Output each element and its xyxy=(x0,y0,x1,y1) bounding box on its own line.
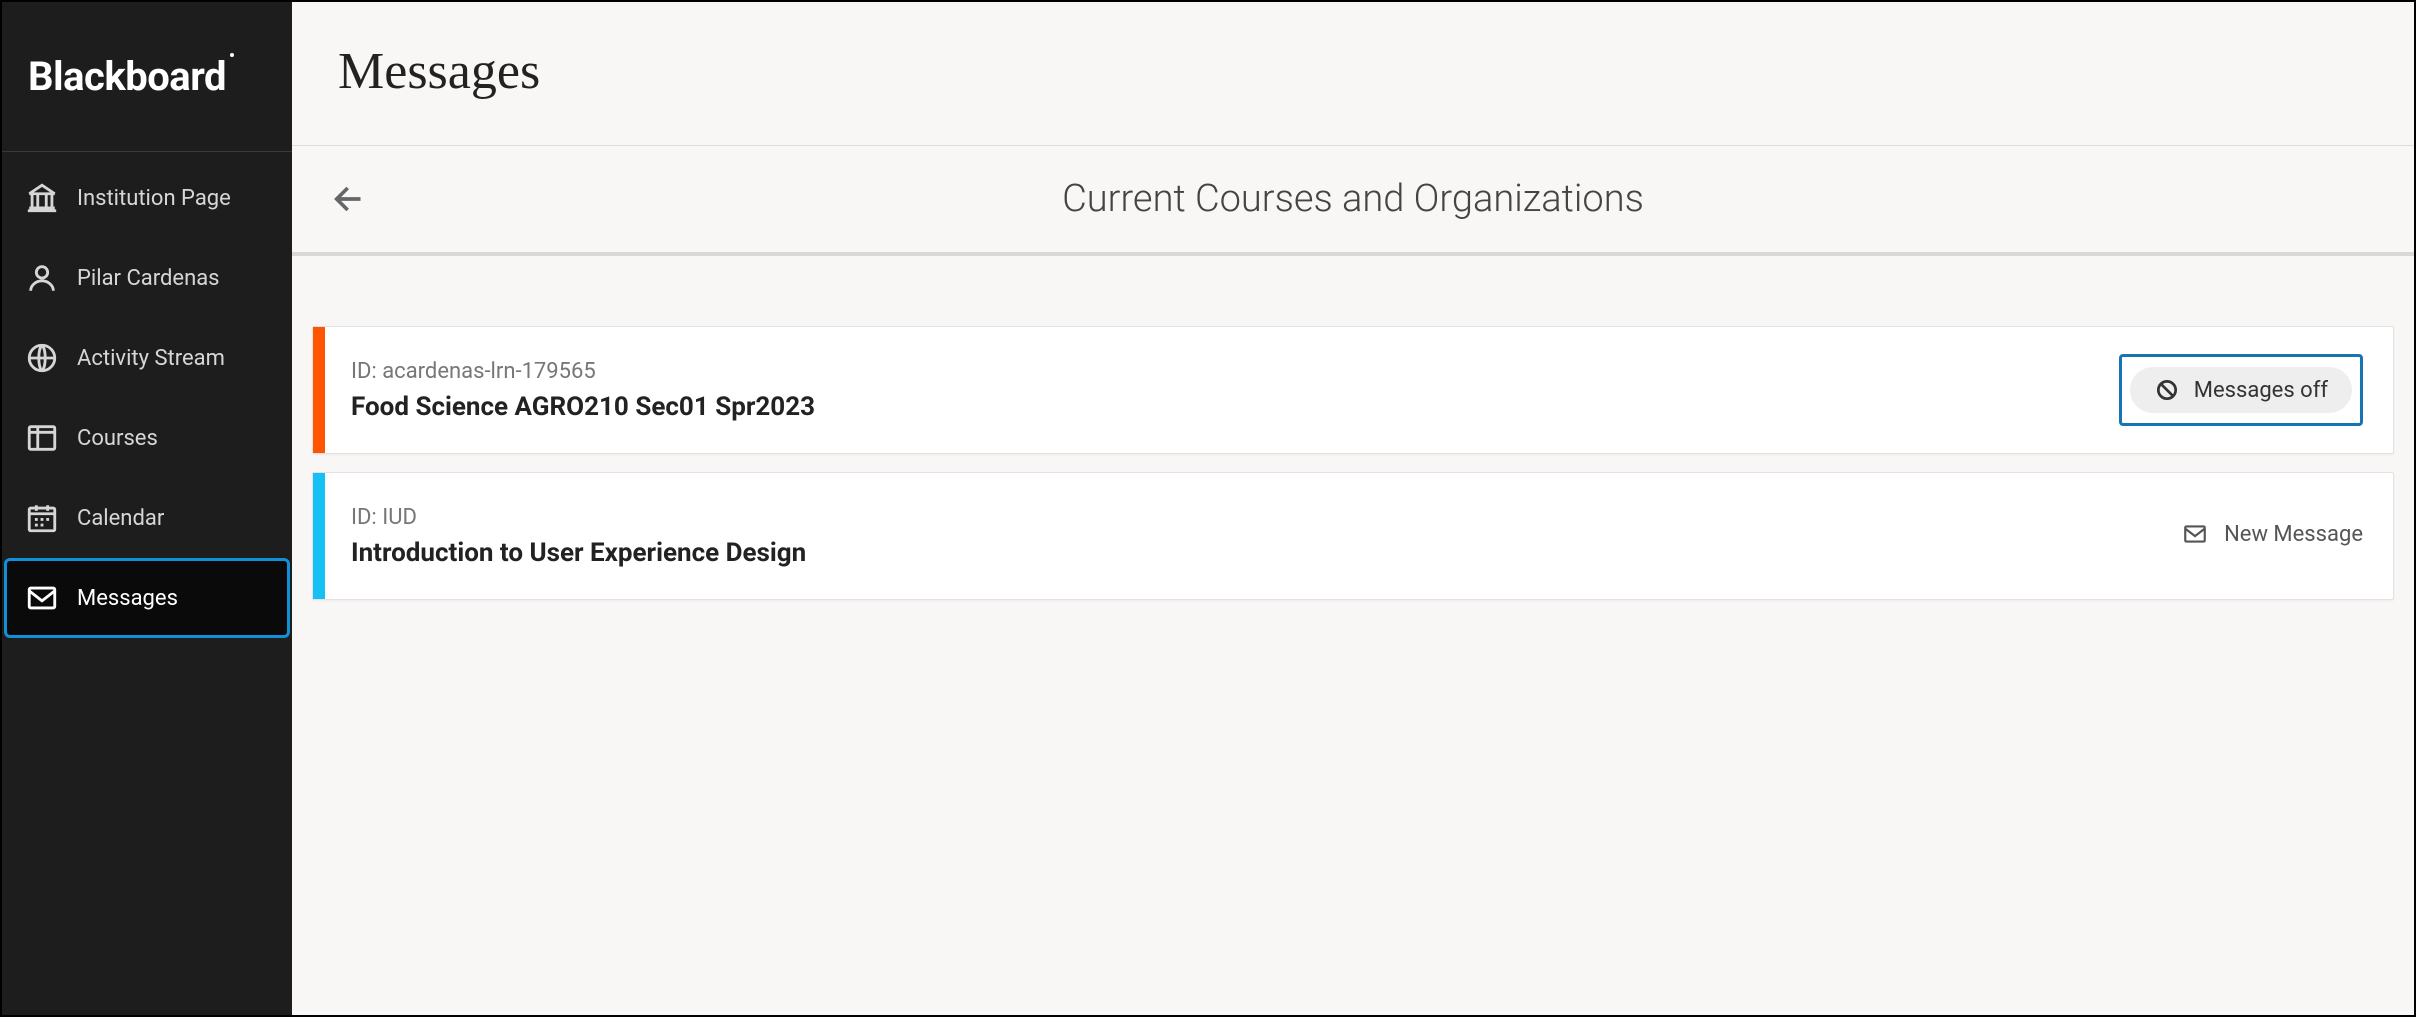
course-id: ID: acardenas-lrn-179565 xyxy=(351,359,815,384)
card-body: ID: IUD Introduction to User Experience … xyxy=(325,473,2393,599)
sidebar-item-messages[interactable]: Messages xyxy=(4,558,290,638)
brand: Blackboard xyxy=(2,2,292,152)
course-list: ID: acardenas-lrn-179565 Food Science AG… xyxy=(292,256,2414,1015)
new-message-button[interactable]: New Message xyxy=(2182,521,2363,547)
page-title: Messages xyxy=(338,42,2368,101)
sidebar-item-calendar[interactable]: Calendar xyxy=(4,478,290,558)
sidebar-item-label: Institution Page xyxy=(77,186,231,211)
globe-icon xyxy=(25,341,59,375)
calendar-icon xyxy=(25,501,59,535)
sidebar-item-label: Calendar xyxy=(77,506,164,531)
sidebar-nav: Institution Page Pilar Cardenas Activity… xyxy=(2,152,292,638)
card-text: ID: IUD Introduction to User Experience … xyxy=(351,505,806,568)
page-header: Messages xyxy=(292,2,2414,146)
sub-title: Current Courses and Organizations xyxy=(292,177,2414,221)
sidebar-item-label: Courses xyxy=(77,426,158,451)
course-card[interactable]: ID: IUD Introduction to User Experience … xyxy=(312,472,2394,600)
card-stripe xyxy=(313,327,325,453)
main-content: Messages Current Courses and Organizatio… xyxy=(292,2,2414,1015)
sidebar-item-label: Activity Stream xyxy=(77,346,225,371)
envelope-icon xyxy=(25,581,59,615)
person-icon xyxy=(25,261,59,295)
sidebar: Blackboard Institution Page Pilar Carden… xyxy=(2,2,292,1015)
new-message-label: New Message xyxy=(2224,522,2363,547)
card-text: ID: acardenas-lrn-179565 Food Science AG… xyxy=(351,359,815,422)
messages-off-highlight: Messages off xyxy=(2119,354,2363,426)
course-name: Introduction to User Experience Design xyxy=(351,538,806,568)
app-root: Blackboard Institution Page Pilar Carden… xyxy=(0,0,2416,1017)
card-body: ID: acardenas-lrn-179565 Food Science AG… xyxy=(325,327,2393,453)
brand-text: Blackboard xyxy=(28,53,226,100)
institution-icon xyxy=(25,181,59,215)
course-id: ID: IUD xyxy=(351,505,806,530)
card-stripe xyxy=(313,473,325,599)
sub-header: Current Courses and Organizations xyxy=(292,146,2414,256)
sidebar-item-label: Pilar Cardenas xyxy=(77,266,220,291)
sidebar-item-courses[interactable]: Courses xyxy=(4,398,290,478)
courses-icon xyxy=(25,421,59,455)
badge-label: Messages off xyxy=(2194,378,2328,403)
back-button[interactable] xyxy=(322,177,366,221)
sidebar-item-institution[interactable]: Institution Page xyxy=(4,158,290,238)
card-action: New Message xyxy=(2182,521,2363,551)
course-name: Food Science AGRO210 Sec01 Spr2023 xyxy=(351,392,815,422)
prohibit-icon xyxy=(2154,377,2180,403)
sidebar-item-activity[interactable]: Activity Stream xyxy=(4,318,290,398)
envelope-icon xyxy=(2182,521,2208,547)
course-card[interactable]: ID: acardenas-lrn-179565 Food Science AG… xyxy=(312,326,2394,454)
messages-off-badge[interactable]: Messages off xyxy=(2130,367,2352,413)
card-action: Messages off xyxy=(2119,354,2363,426)
sidebar-item-label: Messages xyxy=(77,586,178,611)
sidebar-item-profile[interactable]: Pilar Cardenas xyxy=(4,238,290,318)
